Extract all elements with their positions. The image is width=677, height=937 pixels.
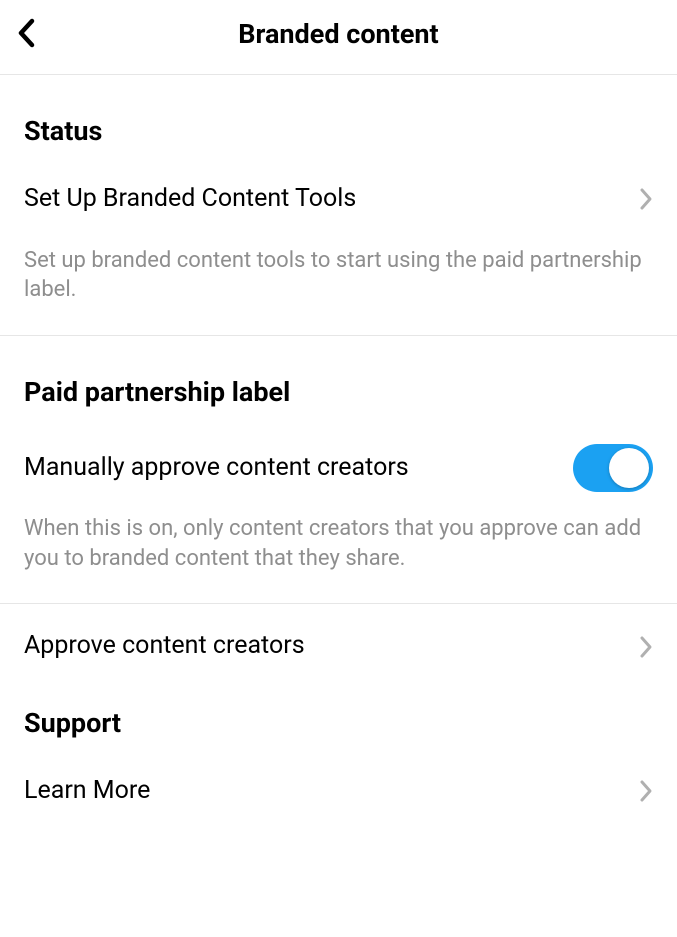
learn-more-row[interactable]: Learn More [24,749,653,848]
toggle-knob [609,448,649,488]
status-heading: Status [24,75,653,157]
manually-approve-toggle[interactable] [573,444,653,492]
paid-partnership-heading: Paid partnership label [24,336,653,418]
approve-creators-label: Approve content creators [24,630,305,663]
learn-more-label: Learn More [24,775,150,808]
manually-approve-row: Manually approve content creators [24,418,653,510]
chevron-right-icon [639,187,653,211]
paid-description: When this is on, only content creators t… [24,510,653,603]
chevron-left-icon [16,18,38,52]
status-section: Status Set Up Branded Content Tools Set … [0,75,677,335]
status-description: Set up branded content tools to start us… [24,242,653,335]
setup-branded-content-label: Set Up Branded Content Tools [24,183,356,216]
approve-creators-row[interactable]: Approve content creators [24,604,653,689]
approve-creators-section: Approve content creators Support Learn M… [0,604,677,847]
manually-approve-label: Manually approve content creators [24,452,409,485]
header: Branded content [0,0,677,74]
setup-branded-content-row[interactable]: Set Up Branded Content Tools [24,157,653,242]
chevron-right-icon [639,779,653,803]
support-heading: Support [24,689,653,749]
page-title: Branded content [16,18,661,50]
paid-partnership-section: Paid partnership label Manually approve … [0,336,677,603]
chevron-right-icon [639,635,653,659]
back-button[interactable] [16,18,38,52]
